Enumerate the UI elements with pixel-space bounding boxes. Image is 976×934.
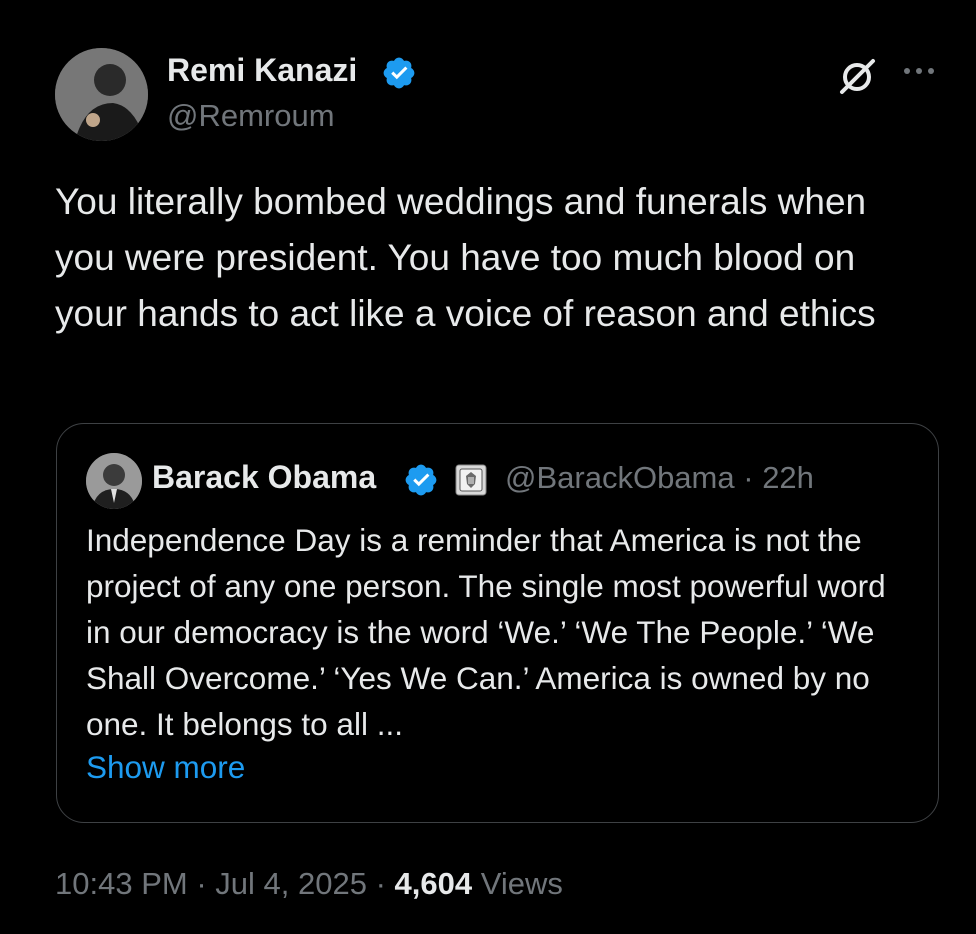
- author-handle[interactable]: @Remroum: [167, 98, 335, 134]
- more-options-icon[interactable]: [902, 58, 936, 84]
- footer-separator: ·: [375, 866, 386, 901]
- meta-separator: ·: [743, 460, 754, 495]
- show-more-link[interactable]: Show more: [86, 749, 245, 786]
- views-count[interactable]: 4,604: [395, 866, 473, 901]
- author-name[interactable]: Remi Kanazi: [167, 52, 357, 89]
- quoted-author-name[interactable]: Barack Obama: [152, 459, 376, 496]
- tweet-text: You literally bombed weddings and funera…: [55, 181, 877, 334]
- quoted-tweet-card[interactable]: Barack Obama @BarackObama · 22h Independ…: [56, 423, 939, 823]
- author-avatar[interactable]: [55, 48, 148, 141]
- verified-badge-icon: [383, 57, 415, 89]
- views-label[interactable]: Views: [481, 866, 563, 901]
- us-seal-icon: [455, 464, 487, 496]
- quoted-time[interactable]: 22h: [762, 460, 814, 495]
- tweet-time[interactable]: 10:43 PM: [55, 866, 188, 901]
- footer-separator: ·: [196, 866, 207, 901]
- quoted-meta: @BarackObama · 22h: [505, 460, 814, 496]
- grok-icon[interactable]: [836, 56, 878, 98]
- tweet-footer: 10:43 PM · Jul 4, 2025 · 4,604 Views: [55, 866, 563, 902]
- verified-badge-icon: [405, 464, 437, 496]
- quoted-tweet-text: Independence Day is a reminder that Amer…: [86, 522, 895, 742]
- quoted-author-handle[interactable]: @BarackObama: [505, 460, 735, 495]
- quoted-author-avatar[interactable]: [86, 453, 142, 509]
- tweet-date[interactable]: Jul 4, 2025: [215, 866, 367, 901]
